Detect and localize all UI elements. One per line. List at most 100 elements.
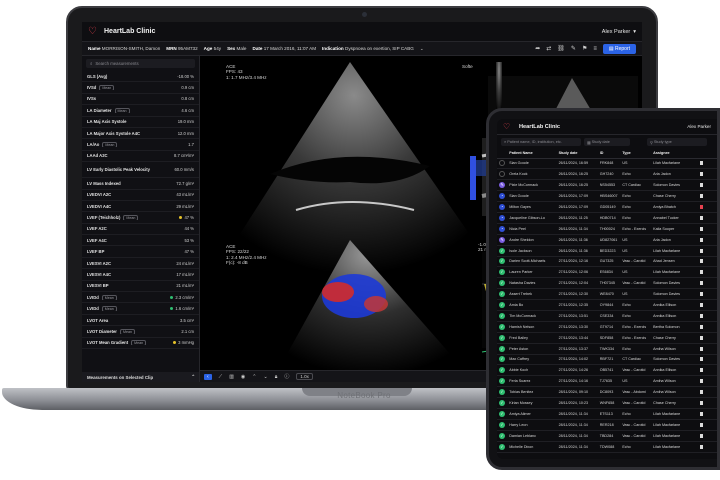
measurement-row[interactable]: LVESVI A2C 24 mL/m² [82,258,199,270]
eye-icon[interactable]: ◉ [241,374,245,380]
table-row[interactable]: ◔ Milton Gayes 26/11/2024, 17:09 GD05149 Ech… [497,201,717,213]
measure-tool-icon[interactable]: ⟋ [219,374,223,380]
column-header[interactable]: Patient Name [507,149,557,159]
share-icon[interactable]: ➦ [535,45,540,52]
table-row[interactable]: ✓ Peter Aston 27/11/2024, 13:37 TWK334 Echo A… [497,343,717,355]
flag-icon[interactable] [700,292,704,297]
table-row[interactable]: Orela Kock 26/11/2024, 16:25 GH7240 Echo Ari… [497,168,717,181]
table-row[interactable]: ✓ Ferla Suarez 27/11/2024, 14:16 TJ7635 US Am… [497,375,717,388]
delete-icon[interactable]: ▥ [229,374,234,380]
flag-icon[interactable] [700,270,704,275]
info-icon[interactable]: ⓘ [284,373,289,380]
flag-icon[interactable] [700,205,704,210]
table-row[interactable]: ✓ Michelle Dixon 28/11/2024, 11:34 TDW088 Ec… [497,441,717,453]
measurement-row[interactable]: LVOT Diameter Mean 2.1 cm [82,326,199,338]
measurement-row[interactable]: LV Early Diastolic Peak Velocity 60.0 mm/… [82,162,199,179]
study-type-filter[interactable]: ⚲ Study type [647,138,707,146]
flag-icon[interactable] [700,444,704,449]
table-row[interactable]: ✓ Fred Bailey 27/11/2024, 13:44 SDF858 Echo … [497,332,717,344]
table-row[interactable]: ✓ Tobias Benitez 28/11/2024, 09:10 DC8093 Va… [497,386,717,399]
flag-icon[interactable] [700,357,704,362]
measurement-row[interactable]: IVSs 0.8 cm [82,94,199,106]
measurement-row[interactable]: LA Major Axis Systole A4C 12.0 mm [82,128,199,140]
table-row[interactable]: ◔ Sian Goode 26/11/2024, 17:09 HBS46007 Echo… [497,190,717,203]
table-row[interactable]: ✓ Harry Leon 28/11/2024, 11:34 RER218 Vasc -… [497,419,717,431]
study-date-filter[interactable]: ▦ Study date [584,138,630,146]
flag-icon[interactable] [700,368,704,373]
column-header[interactable]: Type [620,149,652,159]
flag-icon[interactable] [700,248,704,253]
table-row[interactable]: ✓ Damian Leblanc 28/11/2024, 11:34 TBD284 Va… [497,430,717,442]
measurement-row[interactable]: LVOT Area 3.5 cm² [82,315,199,327]
measurement-row[interactable]: LVEDVI A4C 29 mL/m² [82,201,199,213]
attach-icon[interactable]: ✎ [571,45,576,52]
measurement-row[interactable]: LVIDd Mean 1.6 cm/m² [82,303,199,315]
flag-icon[interactable] [700,390,704,395]
flag-icon[interactable] [700,194,704,199]
patient-search-input[interactable]: ⌕ Patient name, ID, institution, etc. [501,138,581,146]
measurement-row[interactable]: LVEF BP 47 % [82,246,199,258]
measurement-row[interactable]: LA/Ao Mean 1.7 [82,139,199,151]
table-row[interactable]: ◔ Jacqueline Gibson-Lo 26/11/2024, 11:25 HD… [497,212,717,224]
table-row[interactable]: ✓ Max Caffrey 27/11/2024, 14:02 RBF721 CT Ca… [497,354,717,366]
chevron-down-icon[interactable]: ⌄ [264,374,268,380]
table-row[interactable]: ✓ Natasha Davies 27/11/2024, 12:04 TH07345 V… [497,277,717,290]
flag-icon[interactable] [700,401,704,406]
collapse-panel-icon[interactable]: ‹ [204,373,212,380]
link-icon[interactable]: ⛓ [557,45,565,52]
measurements-footer[interactable]: Measurements on Selected Clip ⌃ [82,372,199,382]
flag-icon[interactable] [700,313,704,318]
measurement-row[interactable]: LVESVI BP 21 mL/m² [82,281,199,293]
measurement-row[interactable]: LA Maj Axis Systole 19.0 mm [82,117,199,128]
table-row[interactable]: ✓ Assert Trebek 27/11/2024, 12:30 WE8470 US S… [497,288,717,301]
measurement-row[interactable]: LA Diameter Mean 4.6 cm [82,105,199,117]
measurement-row[interactable]: LVEDVI A2C 43 mL/m² [82,190,199,201]
flag-icon[interactable] [700,183,704,188]
menu-icon[interactable]: ≡ [593,46,597,52]
flag-icon[interactable] [700,422,704,427]
flag-icon[interactable] [700,215,704,220]
flag-icon[interactable] [700,237,704,242]
table-row[interactable]: ✓ Amiya Alimer 28/11/2024, 11:34 ETS113 Echo… [497,408,717,420]
measurement-row[interactable]: LVESVI A4C 17 mL/m² [82,269,199,281]
flag-icon[interactable] [700,226,704,231]
column-header[interactable]: Study date [556,149,598,159]
table-row[interactable]: ✓ Kirian Mossey 28/11/2024, 10:23 WNF658 Vas… [497,397,717,409]
table-row[interactable]: ◔ Nicia Peel 26/11/2024, 11:34 TH00024 Echo … [497,223,717,235]
flag-icon[interactable] [700,335,704,340]
flag-icon[interactable]: ⚑ [582,45,587,52]
chevron-up-icon[interactable]: ⌃ [252,374,256,380]
table-row[interactable]: ✓ Amia Bo 27/11/2024, 12:35 OY9844 Echo Annik… [497,299,717,311]
column-header[interactable]: ID [597,149,621,159]
measurement-row[interactable]: LV Mass Indexed 72.7 g/m² [82,178,199,190]
table-row[interactable]: ✓ Tim McCormack 27/11/2024, 13:51 CSE334 Ech… [497,310,717,322]
flag-icon[interactable] [700,346,704,351]
measurement-row[interactable]: GLS (Avg) -18.00 % [82,71,199,83]
tablet-user-name[interactable]: Alex Parker [687,124,711,129]
table-row[interactable]: ✓ Hamish Nelson 27/11/2024, 13:30 GT9714 Ech… [497,321,717,333]
flag-icon[interactable] [700,433,704,438]
measurement-row[interactable]: LAAd A2C 8.7 cm²/m² [82,151,199,163]
flag-icon[interactable] [700,411,704,416]
table-row[interactable]: ✓ Isole Jackson 26/11/2024, 11:36 BED3223 US… [497,245,717,257]
flag-icon[interactable] [700,379,704,384]
compare-icon[interactable]: ⇄ [546,45,551,52]
zoom-level[interactable]: 1.0x [296,373,313,380]
measurement-row[interactable]: IVSd Mean 0.9 cm [82,82,199,94]
measurement-row[interactable]: LVEF (Teichholz) Mean 47 % [82,212,199,224]
measurement-row[interactable]: LVOT Mean Gradient Mean 3 mmHg [82,338,199,349]
user-menu[interactable]: Alex Parker ▾ [602,29,636,35]
measurement-row[interactable]: LVEF A4C 53 % [82,235,199,247]
lock-icon[interactable]: 🔒︎ [275,374,278,380]
measurement-row[interactable]: LVIDd Mean 2.3 cm/m² [82,292,199,304]
table-row[interactable]: ✓ Lauren Parker 27/11/2024, 12:06 ES6834 US L… [497,266,717,279]
flag-icon[interactable] [700,324,704,329]
table-row[interactable]: ✓ Abbie Koch 27/11/2024, 14:26 OB5741 Vasc -… [497,364,717,377]
table-row[interactable]: Sian Goode 26/11/2024, 16:59 FRK848 US Lilah… [497,158,717,170]
flag-icon[interactable] [700,259,704,264]
flag-icon[interactable] [700,161,704,166]
flag-icon[interactable] [700,172,704,177]
table-row[interactable]: ✓ Darien Scott-Michaels 27/11/2024, 12:16 G… [497,256,717,268]
flag-icon[interactable] [700,281,704,286]
chevron-down-icon[interactable]: ⌄ [420,46,424,52]
